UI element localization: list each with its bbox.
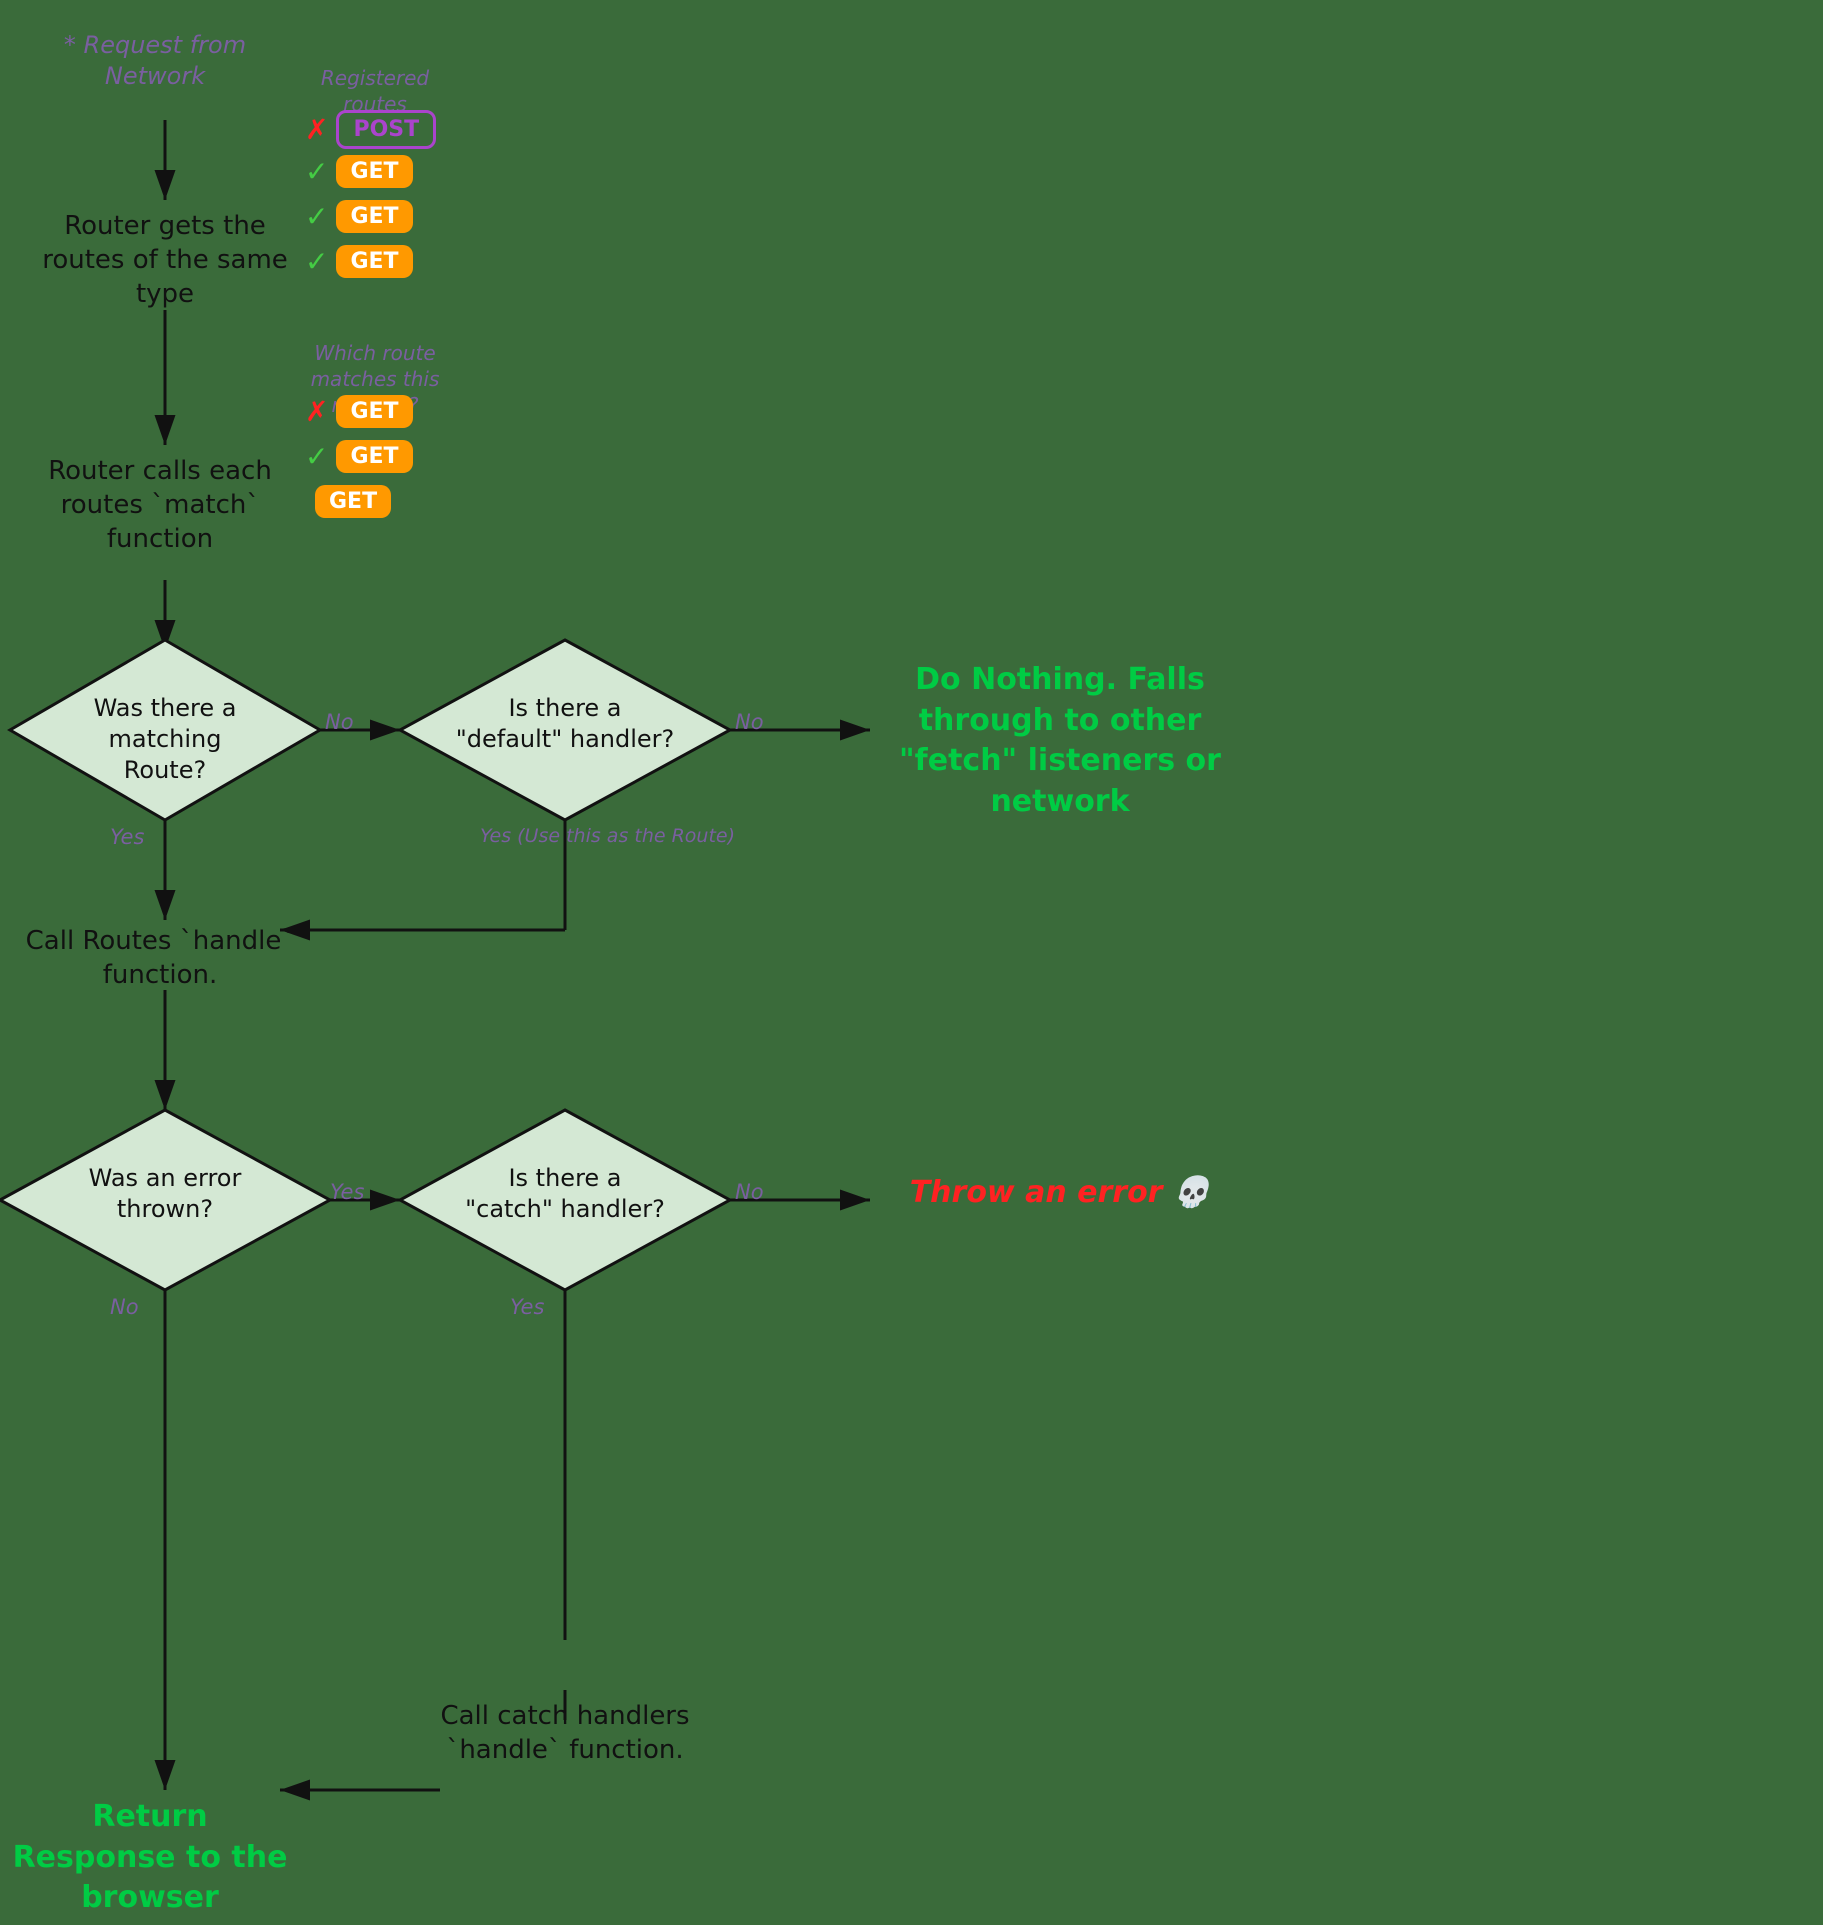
diamond3-text: Was an errorthrown? [60, 1163, 270, 1225]
route-row-get1: ✓ GET [305, 155, 413, 188]
diamond2-text: Is there a"default" handler? [450, 693, 680, 755]
route-row-match2: ✓ GET [305, 440, 413, 473]
badge-get-match3: GET [315, 485, 391, 518]
route-row-post: ✗ POST [305, 110, 436, 149]
diagram: * Request from Network Router gets the r… [0, 0, 1823, 1925]
no-label-4: No [735, 1180, 764, 1204]
router-calls-label: Router calls eachroutes `match`function [20, 455, 300, 556]
call-handle-label: Call Routes `handle` function. [20, 925, 300, 993]
throw-error-label: Throw an error 💀 [870, 1175, 1250, 1210]
diamond4-text: Is there a"catch" handler? [450, 1163, 680, 1225]
badge-get-3: GET [336, 245, 412, 278]
return-response-label: Return Response to the browser [10, 1797, 290, 1919]
check-mark-1: ✓ [305, 155, 328, 188]
route-row-match1: ✗ GET [305, 395, 413, 428]
badge-get-match2: GET [336, 440, 412, 473]
x-mark-post: ✗ [305, 113, 328, 146]
call-catch-label: Call catch handlers `handle` function. [420, 1700, 710, 1768]
no-label-3: No [110, 1295, 139, 1319]
x-mark-match: ✗ [305, 395, 328, 428]
route-row-get3: ✓ GET [305, 245, 413, 278]
yes-label-2: Yes (Use this as the Route) [480, 825, 735, 847]
badge-post: POST [336, 110, 436, 149]
no-label-2: No [735, 710, 764, 734]
badge-get-2: GET [336, 200, 412, 233]
route-row-get2: ✓ GET [305, 200, 413, 233]
do-nothing-label: Do Nothing. Falls through to other "fetc… [870, 660, 1250, 822]
badge-get-match1: GET [336, 395, 412, 428]
diamond1-text: Was there amatching Route? [65, 693, 265, 787]
request-label: * Request from Network [55, 30, 255, 92]
yes-label-1: Yes [110, 825, 144, 849]
route-row-match3: GET [315, 485, 391, 518]
yes-label-4: Yes [510, 1295, 544, 1319]
router-gets-label: Router gets the routes of the same type [20, 210, 310, 311]
badge-get-1: GET [336, 155, 412, 188]
no-label-1: No [325, 710, 354, 734]
yes-label-3: Yes [330, 1180, 364, 1204]
check-mark-3: ✓ [305, 245, 328, 278]
check-mark-2: ✓ [305, 200, 328, 233]
check-mark-match: ✓ [305, 440, 328, 473]
